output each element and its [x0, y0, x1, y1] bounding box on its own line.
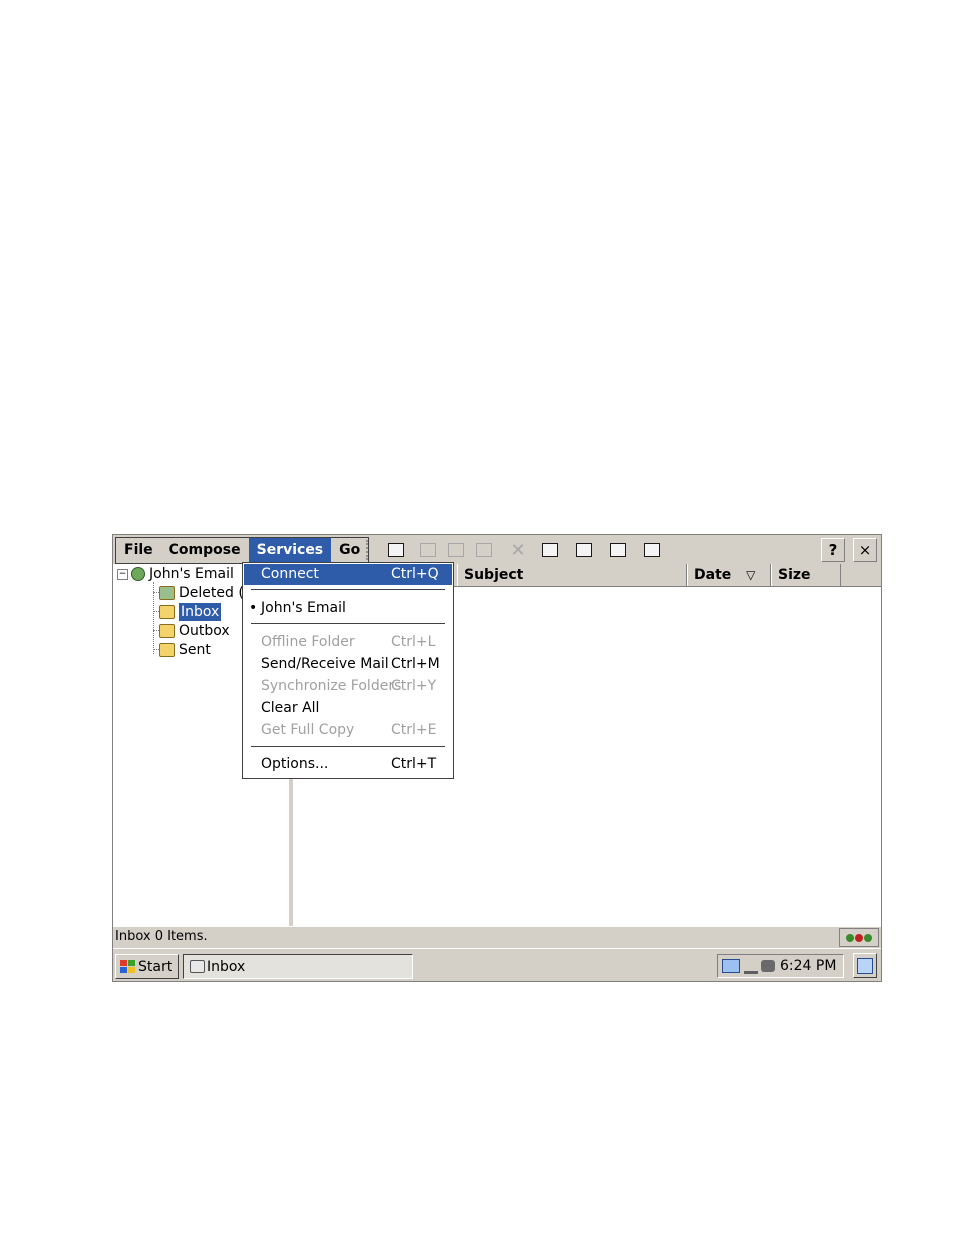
menu-item-options[interactable]: Options... Ctrl+T — [244, 754, 452, 775]
menu-item-johns-email[interactable]: • John's Email — [244, 598, 452, 619]
menu-item-shortcut: Ctrl+Q — [391, 566, 439, 582]
status-bar: Inbox 0 Items. — [113, 926, 881, 947]
close-icon: × — [858, 541, 872, 559]
address-book-icon — [644, 543, 660, 557]
close-button[interactable]: × — [853, 538, 877, 562]
reply-all-icon — [448, 543, 464, 557]
send-receive-icon — [542, 543, 558, 557]
menu-item-label: Synchronize Folders — [261, 678, 402, 694]
column-header-size[interactable]: Size — [771, 564, 841, 586]
collapse-icon[interactable]: − — [117, 568, 128, 580]
new-message-icon — [388, 543, 404, 557]
sent-folder-icon — [159, 643, 175, 657]
menu-item-synchronize-folders[interactable]: Synchronize Folders Ctrl+Y — [244, 676, 452, 697]
menu-item-clear-all[interactable]: Clear All — [244, 698, 452, 719]
recycle-folder-icon — [159, 586, 175, 600]
status-text: Inbox 0 Items. — [115, 929, 208, 944]
menu-item-label: Offline Folder — [261, 634, 355, 650]
menu-item-shortcut: Ctrl+M — [391, 656, 440, 672]
delete-icon: ✕ — [510, 539, 526, 561]
menu-item-shortcut: Ctrl+T — [391, 756, 437, 772]
taskbar-button-inbox[interactable]: Inbox — [183, 954, 413, 979]
computer-icon — [610, 543, 626, 557]
menu-bar: File Compose Services Go — [115, 537, 370, 564]
outbox-folder-icon — [159, 624, 175, 638]
menu-item-get-full-copy[interactable]: Get Full Copy Ctrl+E — [244, 720, 452, 741]
forward-button[interactable] — [473, 539, 495, 561]
menu-item-label: Connect — [261, 566, 319, 582]
email-app-screen: File Compose Services Go ✕ ? × − John's … — [112, 534, 882, 982]
toolbar-grip[interactable] — [366, 540, 372, 560]
menu-separator — [251, 589, 445, 592]
menu-go[interactable]: Go — [331, 538, 368, 563]
tree-item-sent[interactable]: Sent — [159, 641, 211, 659]
forward-icon — [476, 543, 492, 557]
taskbar-button-label: Inbox — [207, 958, 246, 975]
start-label: Start — [138, 958, 173, 975]
reply-icon — [420, 543, 436, 557]
folder-list-button[interactable] — [573, 539, 595, 561]
windows-logo-icon — [120, 959, 136, 974]
reply-button[interactable] — [417, 539, 439, 561]
help-icon: ? — [828, 541, 838, 559]
column-header-date[interactable]: Date ▽ — [687, 564, 771, 586]
storage-icon[interactable] — [761, 960, 775, 972]
menu-item-label: John's Email — [261, 600, 346, 616]
inbox-folder-icon — [159, 605, 175, 619]
delete-button[interactable]: ✕ — [507, 539, 529, 561]
tree-item-inbox[interactable]: Inbox — [159, 603, 222, 621]
send-receive-button[interactable] — [539, 539, 561, 561]
menu-item-send-receive-mail[interactable]: Send/Receive Mail Ctrl+M — [244, 654, 452, 675]
tree-item-label: Deleted ( — [179, 585, 244, 601]
menu-separator — [251, 623, 445, 626]
input-panel-icon[interactable] — [722, 959, 740, 973]
reply-all-button[interactable] — [445, 539, 467, 561]
menu-item-label: Clear All — [261, 700, 320, 716]
connect-button[interactable] — [607, 539, 629, 561]
command-bar: File Compose Services Go ✕ ? × — [113, 535, 881, 564]
services-menu: Connect Ctrl+Q • John's Email Offline Fo… — [242, 562, 454, 779]
folder-list-icon — [576, 543, 592, 557]
disconnected-icon — [855, 933, 863, 942]
menu-item-shortcut: Ctrl+E — [391, 722, 437, 738]
menu-file[interactable]: File — [116, 538, 161, 563]
column-header-subject[interactable]: Subject — [457, 564, 687, 586]
tree-item-label: Outbox — [179, 623, 230, 639]
column-header-date-label: Date — [694, 567, 732, 583]
menu-separator — [251, 746, 445, 749]
menu-compose[interactable]: Compose — [161, 538, 249, 563]
tree-item-label: Inbox — [179, 603, 222, 621]
desktop-icon — [857, 957, 873, 974]
sort-descending-icon: ▽ — [746, 568, 756, 582]
menu-item-label: Send/Receive Mail — [261, 656, 389, 672]
tree-item-outbox[interactable]: Outbox — [159, 622, 230, 640]
menu-item-shortcut: Ctrl+Y — [391, 678, 437, 694]
menu-item-label: Get Full Copy — [261, 722, 355, 738]
menu-item-offline-folder[interactable]: Offline Folder Ctrl+L — [244, 632, 452, 653]
checked-bullet-icon: • — [249, 600, 258, 616]
network-icon — [846, 933, 854, 942]
desktop-button[interactable] — [853, 953, 877, 978]
tree-item-label: Sent — [179, 642, 211, 658]
taskbar: Start Inbox 6:24 PM — [113, 948, 881, 981]
tree-item-deleted[interactable]: Deleted ( — [159, 584, 244, 602]
usb-connection-icon[interactable] — [744, 959, 758, 974]
start-button[interactable]: Start — [115, 954, 179, 979]
mail-account-icon — [131, 567, 145, 581]
menu-item-shortcut: Ctrl+L — [391, 634, 436, 650]
address-book-button[interactable] — [641, 539, 663, 561]
menu-services[interactable]: Services — [248, 538, 332, 563]
menu-item-label: Options... — [261, 756, 329, 772]
tree-root-johns-email[interactable]: − John's Email — [117, 565, 234, 583]
inbox-icon — [190, 960, 205, 973]
menu-item-connect[interactable]: Connect Ctrl+Q — [244, 564, 452, 585]
connection-status-icon[interactable] — [839, 928, 879, 947]
network-icon — [864, 933, 872, 942]
new-message-button[interactable] — [385, 539, 407, 561]
help-button[interactable]: ? — [821, 538, 845, 562]
clock[interactable]: 6:24 PM — [780, 958, 836, 974]
system-tray: 6:24 PM — [717, 954, 844, 978]
tree-root-label: John's Email — [149, 566, 234, 582]
